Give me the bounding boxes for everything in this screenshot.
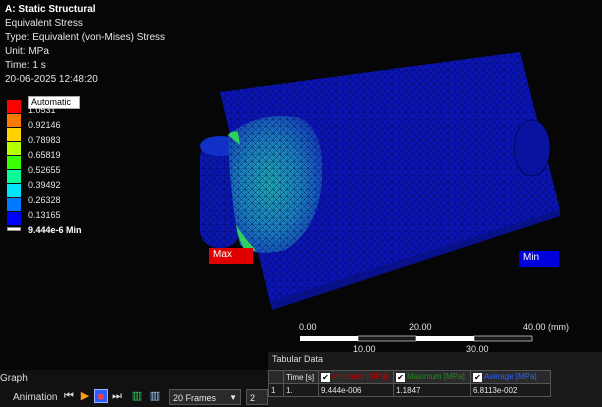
previous-frame-icon[interactable]: ⏮ bbox=[62, 389, 76, 403]
legend-swatch bbox=[7, 184, 21, 197]
col-min-header[interactable]: ✔ Minimum [MPa] bbox=[318, 370, 394, 384]
frames-value: 20 Frames bbox=[173, 393, 217, 403]
table-header-row: Time [s] ✔ Minimum [MPa] ✔ Maximum [MPa] ✔… bbox=[268, 370, 551, 384]
distributed-frames-icon[interactable]: ▥ bbox=[130, 389, 144, 403]
scale-tick: 20.00 bbox=[409, 322, 432, 332]
min-check-icon[interactable]: ✔ bbox=[321, 372, 330, 382]
avg-check-icon[interactable]: ✔ bbox=[473, 372, 482, 382]
legend-value: 0.52655 bbox=[28, 165, 61, 175]
result-frames-icon[interactable]: ▥ bbox=[148, 389, 162, 403]
legend-swatch bbox=[7, 114, 21, 127]
table-row[interactable]: 1 1. 9.444e-006 1.1847 6.8113e-002 bbox=[268, 383, 551, 397]
scale-tick: 0.00 bbox=[299, 322, 317, 332]
row-index-header bbox=[268, 370, 284, 384]
legend-value: 0.65819 bbox=[28, 150, 61, 160]
legend-swatch bbox=[7, 198, 21, 211]
legend-value: 0.13165 bbox=[28, 210, 61, 220]
legend-value: 0.92146 bbox=[28, 120, 61, 130]
legend-swatch bbox=[7, 156, 21, 169]
col-max-header[interactable]: ✔ Maximum [MPa] bbox=[393, 370, 471, 384]
legend-value: 0.26328 bbox=[28, 195, 61, 205]
legend-min-swatch bbox=[7, 227, 21, 231]
col-avg-header[interactable]: ✔ Average [MPa] bbox=[470, 370, 551, 384]
legend-value: 0.78983 bbox=[28, 135, 61, 145]
animation-label: Animation bbox=[13, 392, 58, 403]
tabular-title: Tabular Data bbox=[272, 354, 324, 364]
duration-select[interactable]: 2 Sec bbox=[246, 389, 268, 405]
graph-panel: Graph Animation ⏮ ▶ ■ ⏭ ▥ ▥ 20 Frames ▼ … bbox=[0, 370, 268, 407]
max-check-icon[interactable]: ✔ bbox=[396, 372, 405, 382]
legend-swatch bbox=[7, 170, 21, 183]
max-probe-label[interactable]: Max bbox=[209, 248, 253, 264]
cell-time[interactable]: 1. bbox=[283, 383, 319, 397]
next-frame-icon[interactable]: ⏭ bbox=[110, 389, 124, 403]
legend-value: 0.39492 bbox=[28, 180, 61, 190]
scale-tick: 40.00 (mm) bbox=[523, 322, 570, 332]
legend-swatch bbox=[7, 212, 21, 225]
right-hole bbox=[513, 119, 551, 177]
legend-swatch bbox=[7, 128, 21, 141]
min-probe-label[interactable]: Min bbox=[519, 251, 559, 267]
legend-swatch bbox=[7, 142, 21, 155]
frames-select[interactable]: 20 Frames ▼ bbox=[169, 389, 241, 405]
cell-avg[interactable]: 6.8113e-002 bbox=[470, 383, 551, 397]
tabular-table[interactable]: Time [s] ✔ Minimum [MPa] ✔ Maximum [MPa] ✔… bbox=[268, 370, 551, 397]
legend-swatch bbox=[7, 100, 21, 113]
cell-min[interactable]: 9.444e-006 bbox=[318, 383, 394, 397]
cell-max[interactable]: 1.1847 bbox=[393, 383, 471, 397]
play-icon[interactable]: ▶ bbox=[78, 389, 92, 403]
stop-icon[interactable]: ■ bbox=[94, 389, 108, 403]
model-view[interactable] bbox=[0, 0, 602, 370]
contour-legend[interactable]: Automatic 1.0531 0.92146 0.78983 0.65819… bbox=[4, 96, 84, 236]
graphics-viewport[interactable]: A: Static Structural Equivalent Stress T… bbox=[0, 0, 602, 370]
row-index: 1 bbox=[268, 383, 284, 397]
legend-value: 1.0531 bbox=[28, 105, 56, 115]
chevron-down-icon: ▼ bbox=[229, 393, 237, 402]
tabular-data-panel[interactable]: Tabular Data Time [s] ✔ Minimum [MPa] ✔ Ma… bbox=[268, 352, 602, 407]
legend-min-value: 9.444e-6 Min bbox=[28, 225, 82, 235]
col-time-header[interactable]: Time [s] bbox=[283, 370, 319, 384]
graph-label: Graph bbox=[0, 373, 28, 384]
